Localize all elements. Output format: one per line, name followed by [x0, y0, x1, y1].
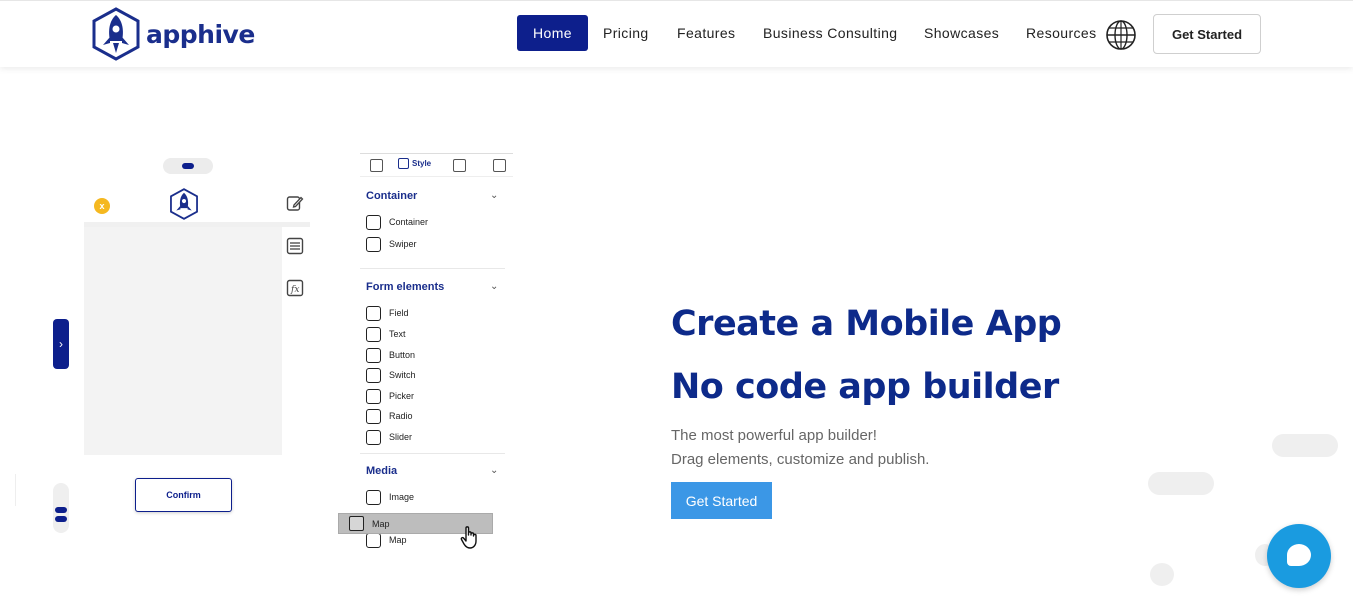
get-started-hero-button[interactable]: Get Started: [671, 482, 772, 519]
chevron-down-icon[interactable]: ⌄: [490, 281, 498, 292]
component-label: Radio: [389, 411, 413, 421]
scroll-thumb-secondary[interactable]: [55, 516, 67, 522]
component-item[interactable]: Image: [366, 489, 414, 505]
component-item[interactable]: Picker: [366, 388, 414, 404]
app-canvas[interactable]: [84, 227, 282, 455]
component-item[interactable]: Swiper: [366, 236, 417, 252]
component-item[interactable]: Container: [366, 214, 428, 230]
phone-notch: [163, 158, 213, 174]
section-divider: [360, 268, 505, 269]
nav-showcases[interactable]: Showcases: [924, 15, 999, 51]
component-label: Picker: [389, 391, 415, 401]
section-title-media[interactable]: Media: [366, 465, 397, 477]
chat-button[interactable]: [1267, 524, 1331, 588]
hero-title-line2: No code app builder: [671, 367, 1059, 407]
hero-title-line1: Create a Mobile App: [671, 304, 1062, 344]
divider-line: [15, 474, 16, 506]
container-icon: [366, 214, 381, 230]
radio-icon: [366, 408, 381, 424]
scroll-thumb[interactable]: [55, 507, 67, 513]
image-icon: [366, 489, 381, 505]
chevron-down-icon[interactable]: ⌄: [490, 465, 498, 476]
chat-bubble-icon: [1287, 544, 1311, 566]
page: apphive Home Pricing Features Business C…: [0, 0, 1353, 608]
logo-text: apphive: [146, 19, 255, 49]
chevron-right-icon: ›: [59, 337, 63, 351]
function-icon[interactable]: fx: [286, 279, 304, 297]
section-divider: [360, 453, 505, 454]
tab-style[interactable]: Style: [398, 158, 431, 169]
component-label: Button: [389, 350, 416, 360]
layers-tab-icon[interactable]: [453, 159, 466, 172]
nav-features[interactable]: Features: [677, 15, 735, 51]
rocket-logo-icon: [92, 7, 140, 61]
hero-subtitle-line1: The most powerful app builder!: [671, 427, 877, 444]
decorative-blob: [1150, 563, 1174, 586]
hero-subtitle-line2: Drag elements, customize and publish.: [671, 451, 930, 468]
add-tab-icon[interactable]: [370, 159, 383, 172]
slider-icon: [366, 429, 381, 445]
tab-style-label: Style: [412, 159, 432, 168]
component-label: Switch: [389, 370, 416, 380]
style-icon: [398, 158, 409, 169]
sliders-icon[interactable]: [286, 237, 304, 255]
svg-text:fx: fx: [290, 285, 299, 295]
swiper-icon: [366, 236, 381, 252]
switch-icon: [366, 367, 381, 383]
component-label: Text: [389, 329, 406, 339]
main-nav: Home Pricing Features Business Consultin…: [517, 15, 1096, 51]
close-badge[interactable]: x: [94, 198, 110, 214]
nav-pricing[interactable]: Pricing: [603, 15, 649, 51]
component-item[interactable]: Radio: [366, 408, 413, 424]
components-panel: Style Container ⌄ Container Swiper Form …: [360, 153, 513, 568]
field-icon: [366, 305, 381, 321]
expand-sidebar-tab[interactable]: ›: [53, 319, 69, 369]
logo[interactable]: apphive: [90, 7, 255, 61]
component-label: Image: [389, 492, 415, 502]
get-started-header-button[interactable]: Get Started: [1153, 14, 1261, 54]
component-item[interactable]: Slider: [366, 429, 412, 445]
component-label: Container: [389, 217, 429, 227]
section-title-form-elements[interactable]: Form elements: [366, 281, 444, 293]
edit-icon[interactable]: [286, 194, 304, 212]
decorative-blob: [1148, 472, 1214, 495]
map-icon: [349, 516, 364, 531]
component-item[interactable]: Button: [366, 347, 415, 363]
nav-business-consulting[interactable]: Business Consulting: [763, 15, 897, 51]
component-label: Swiper: [389, 239, 417, 249]
site-header: apphive Home Pricing Features Business C…: [0, 0, 1353, 67]
section-title-container[interactable]: Container: [366, 190, 417, 202]
component-item[interactable]: Switch: [366, 367, 416, 383]
rocket-app-icon: [170, 188, 198, 220]
text-icon: [366, 326, 381, 342]
globe-icon[interactable]: [1105, 19, 1137, 51]
picker-icon: [366, 388, 381, 404]
map-icon: [366, 532, 381, 548]
settings-tab-icon[interactable]: [493, 159, 506, 172]
chevron-down-icon[interactable]: ⌄: [490, 190, 498, 201]
panel-tabs: Style: [360, 153, 513, 177]
component-label: Field: [389, 308, 409, 318]
component-item[interactable]: Map: [366, 532, 407, 548]
hand-cursor-icon: [460, 526, 477, 549]
component-item[interactable]: Text: [366, 326, 406, 342]
dragging-component-label: Map: [372, 518, 390, 529]
component-label: Map: [389, 535, 407, 545]
decorative-blob: [1272, 434, 1338, 457]
nav-resources[interactable]: Resources: [1026, 15, 1097, 51]
nav-home[interactable]: Home: [517, 15, 588, 51]
component-item[interactable]: Field: [366, 305, 409, 321]
button-icon: [366, 347, 381, 363]
confirm-button[interactable]: Confirm: [135, 478, 232, 512]
component-label: Slider: [389, 432, 413, 442]
